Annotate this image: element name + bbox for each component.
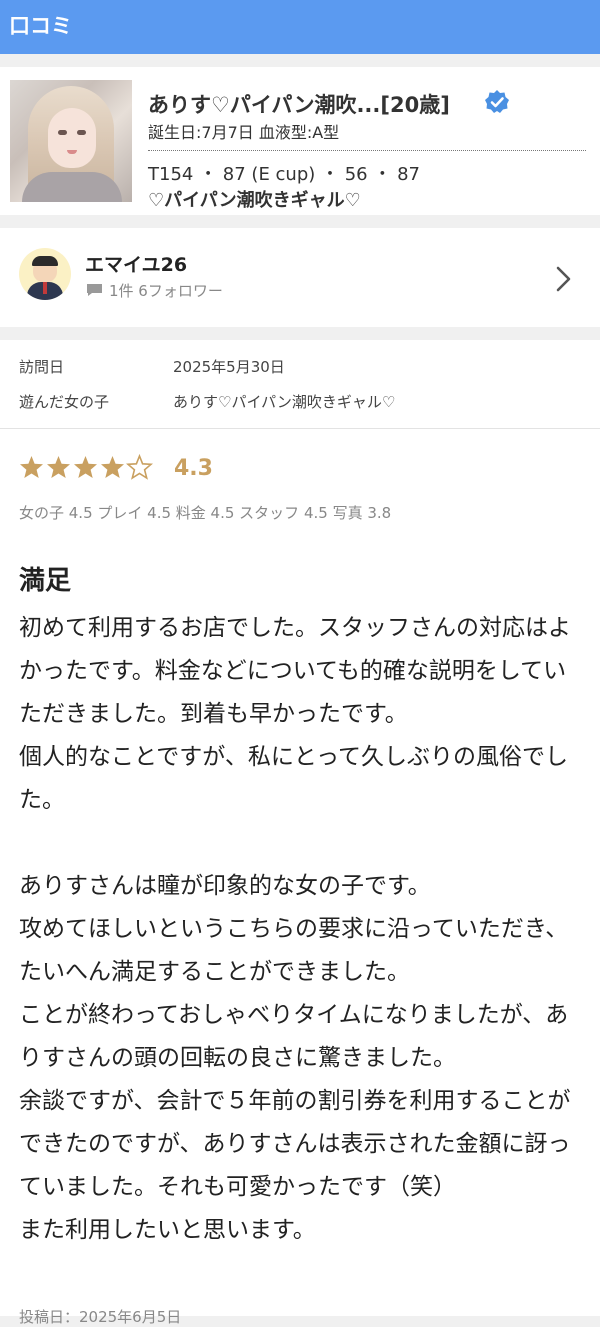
avatar — [19, 248, 71, 300]
divider — [148, 150, 586, 151]
visit-date-label: 訪問日 — [19, 358, 65, 376]
review-posted-date: 投稿日：2025年6月5日 — [19, 1308, 182, 1326]
visit-date-value: 2025年5月30日 — [173, 358, 285, 376]
comment-icon — [87, 284, 102, 296]
review-body: 初めて利用するお店でした。スタッフさんの対応はよかったです。料金などについても的… — [19, 615, 571, 1243]
rating-stars — [18, 454, 153, 484]
star-filled-icon — [74, 456, 97, 478]
rating-score: 4.3 — [174, 456, 213, 481]
chevron-right-icon[interactable] — [553, 265, 575, 293]
divider — [0, 428, 600, 429]
review-detail-card: 訪問日 2025年5月30日 遊んだ女の子 ありす♡パイパン潮吹きギャル♡ 4.… — [0, 340, 600, 1326]
rating-subscores: 女の子 4.5 プレイ 4.5 料金 4.5 スタッフ 4.5 写真 3.8 — [19, 504, 392, 522]
header-bar: 口コミ — [0, 0, 600, 54]
profile-photo[interactable] — [10, 80, 132, 202]
star-filled-icon — [47, 456, 70, 478]
verified-check-icon — [485, 90, 509, 113]
profile-catchphrase: ♡パイパン潮吹きギャル♡ — [148, 190, 361, 211]
reviewer-name: エマイユ26 — [85, 254, 188, 276]
star-filled-icon — [20, 456, 43, 478]
reviewer-stats: 1件 6フォロワー — [109, 282, 223, 300]
visited-girl-value[interactable]: ありす♡パイパン潮吹きギャル♡ — [173, 391, 395, 412]
profile-name[interactable]: ありす♡パイパン潮吹...[20歳] — [148, 89, 450, 119]
visited-girl-label: 遊んだ女の子 — [19, 393, 110, 411]
star-empty-icon — [126, 454, 153, 480]
profile-birth-blood: 誕生日:7月7日 血液型:A型 — [148, 123, 340, 142]
page-title: 口コミ — [9, 14, 72, 38]
review-title: 満足 — [19, 566, 72, 596]
profile-measurements: T154 ・ 87 (E cup) ・ 56 ・ 87 — [148, 164, 420, 185]
star-filled-icon — [101, 456, 124, 478]
reviewer-card[interactable]: エマイユ26 1件 6フォロワー — [0, 228, 600, 327]
